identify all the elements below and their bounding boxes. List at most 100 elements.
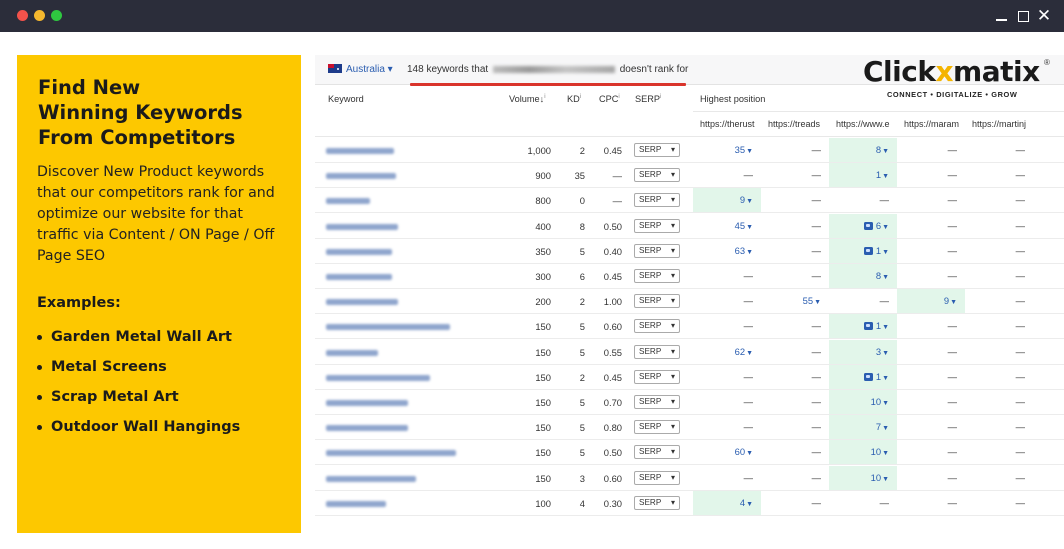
position-cell[interactable]: 55▼ (761, 289, 829, 313)
position-value: — (811, 496, 821, 508)
competitor-url[interactable]: https://treads (768, 119, 832, 129)
serp-dropdown[interactable]: SERP (634, 168, 680, 183)
volume-header[interactable]: Volume↓i (509, 94, 546, 104)
serp-dropdown[interactable]: SERP (634, 470, 680, 485)
position-cell: — (693, 289, 761, 313)
position-cell[interactable]: 1▼ (829, 314, 897, 339)
kd-header[interactable]: KDi (567, 94, 581, 104)
volume-cell: 350 (535, 245, 551, 257)
position-cell[interactable]: 10▼ (829, 390, 897, 414)
redacted-keyword-link[interactable] (326, 274, 392, 280)
competitor-url[interactable]: https://martinj (972, 119, 1036, 129)
redacted-keyword-link[interactable] (326, 299, 398, 306)
redacted-keyword-link[interactable] (326, 374, 430, 381)
position-value: — (947, 270, 957, 281)
serp-dropdown[interactable]: SERP (634, 369, 680, 384)
position-value: — (1015, 320, 1025, 332)
redacted-keyword-link[interactable] (326, 425, 408, 432)
position-value: 55 (802, 295, 814, 307)
serp-dropdown[interactable]: SERP (634, 294, 680, 309)
serp-dropdown[interactable]: SERP (634, 344, 680, 359)
minimize-icon[interactable] (994, 8, 1010, 24)
position-value: — (947, 219, 957, 231)
position-cell[interactable]: 1▼ (829, 238, 897, 263)
position-cell[interactable]: 9▼ (693, 188, 761, 213)
position-cell[interactable]: 7▼ (829, 415, 897, 440)
image-serp-icon (863, 372, 873, 381)
redacted-keyword-link[interactable] (326, 324, 450, 331)
cpc-cell: 0.60 (603, 472, 622, 484)
redacted-keyword-link[interactable] (326, 500, 386, 507)
position-cell[interactable]: 35▼ (693, 138, 761, 162)
kd-cell: 6 (579, 271, 585, 282)
position-cell[interactable]: 9▼ (897, 289, 965, 314)
redacted-keyword-link[interactable] (326, 400, 408, 406)
position-cell[interactable]: 60▼ (693, 440, 761, 464)
position-value: — (879, 496, 889, 508)
serp-dropdown[interactable]: SERP (634, 193, 680, 208)
position-cell[interactable]: 3▼ (829, 339, 897, 364)
serp-dropdown[interactable]: SERP (634, 395, 680, 409)
position-value: — (879, 194, 889, 206)
country-select[interactable]: Australia ▾ (346, 64, 393, 75)
redacted-keyword-link[interactable] (326, 450, 456, 457)
redacted-keyword-link[interactable] (326, 475, 416, 482)
position-cell: — (693, 390, 761, 414)
table-row: 800 0 — SERP 9▼ — — — — (315, 188, 1064, 214)
competitor-url[interactable]: https://maram (904, 119, 968, 129)
position-value: — (947, 244, 957, 256)
serp-dropdown[interactable]: SERP (634, 269, 680, 283)
position-cell[interactable]: 6▼ (829, 213, 897, 238)
keyword-count-suffix: doesn't rank for (619, 64, 689, 75)
serp-dropdown[interactable]: SERP (634, 143, 680, 157)
serp-dropdown[interactable]: SERP (634, 218, 680, 233)
position-cell[interactable]: 10▼ (829, 465, 897, 490)
caret-down-icon: ▼ (882, 425, 889, 433)
position-value: — (947, 370, 957, 382)
competitor-url[interactable]: https://www.e (836, 119, 900, 129)
redacted-keyword-link[interactable] (326, 198, 370, 205)
position-cell[interactable]: 1▼ (829, 163, 897, 188)
volume-cell: 200 (535, 296, 551, 308)
position-cell[interactable]: 10▼ (829, 440, 897, 465)
redacted-keyword-link[interactable] (326, 349, 378, 356)
zoom-dot-icon[interactable] (51, 10, 62, 21)
position-cell: — (897, 138, 965, 162)
redacted-keyword-link[interactable] (326, 148, 394, 154)
minimize-dot-icon[interactable] (34, 10, 45, 21)
redacted-domain (492, 65, 615, 73)
serp-header[interactable]: SERPi (635, 94, 661, 104)
table-row: 150 3 0.60 SERP — — 10▼ — — (315, 465, 1064, 491)
position-cell: — (897, 188, 965, 212)
close-dot-icon[interactable] (17, 10, 28, 21)
caret-down-icon: ▼ (746, 500, 753, 508)
position-cell: — (761, 340, 829, 364)
keyword-header[interactable]: Keyword (328, 94, 364, 104)
position-value: — (811, 421, 821, 433)
redacted-keyword-link[interactable] (326, 248, 392, 255)
position-cell: — (965, 415, 1033, 439)
serp-dropdown[interactable]: SERP (634, 319, 680, 334)
logo-word-right: matix (953, 55, 1040, 88)
maximize-icon[interactable] (1016, 8, 1032, 24)
serp-dropdown[interactable]: SERP (634, 420, 680, 435)
cpc-header[interactable]: CPCi (599, 94, 620, 104)
image-serp-icon (863, 221, 873, 230)
position-value: 10 (870, 471, 882, 483)
redacted-keyword-link[interactable] (326, 223, 398, 230)
position-cell[interactable]: 62▼ (693, 340, 761, 364)
competitor-url[interactable]: https://therust (700, 119, 764, 129)
position-cell[interactable]: 4▼ (693, 490, 761, 515)
position-cell[interactable]: 8▼ (829, 138, 897, 162)
volume-cell: 400 (535, 220, 551, 232)
serp-dropdown[interactable]: SERP (634, 445, 680, 460)
serp-dropdown[interactable]: SERP (634, 495, 680, 510)
position-cell: — (761, 440, 829, 464)
redacted-keyword-link[interactable] (326, 173, 396, 180)
position-cell[interactable]: 1▼ (829, 364, 897, 389)
position-cell[interactable]: 63▼ (693, 239, 761, 263)
position-cell[interactable]: 45▼ (693, 214, 761, 238)
close-icon[interactable]: ✕ (1036, 8, 1052, 25)
serp-dropdown[interactable]: SERP (634, 243, 680, 258)
position-cell[interactable]: 8▼ (829, 264, 897, 288)
